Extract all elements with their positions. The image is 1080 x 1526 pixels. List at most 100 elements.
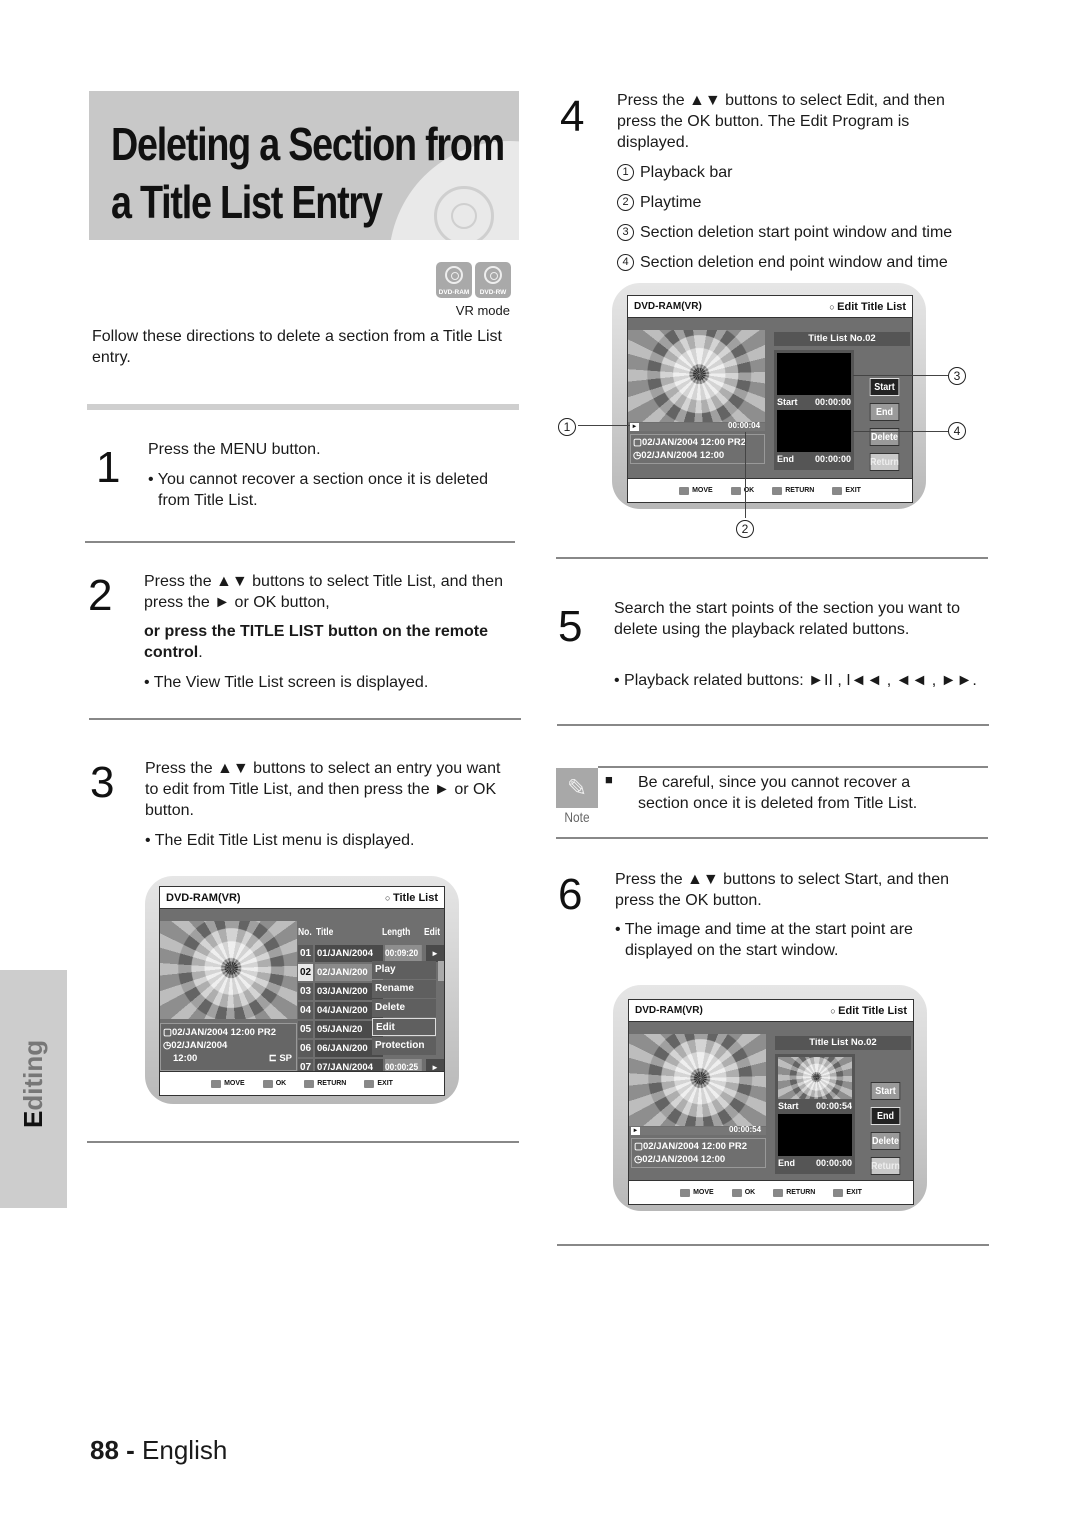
- step-divider: [556, 557, 988, 559]
- note-pencil-icon: ✎: [556, 768, 598, 808]
- legend-label: Section deletion start point window and …: [640, 224, 953, 241]
- ok-key-icon: [730, 486, 741, 495]
- step-number-3: 3: [90, 758, 115, 807]
- osd-header: DVD-RAM(VR) ○ Title List: [160, 887, 444, 909]
- osd-footer: MOVE OK RETURN EXIT: [160, 1071, 444, 1095]
- title-list-screen: DVD-RAM(VR) ○ Title List ▢02/JAN/2004 12…: [159, 886, 445, 1096]
- osd-menu-title: ○ Edit Title List: [829, 300, 906, 313]
- step-divider: [85, 541, 515, 543]
- edit-title-list-screen-1: DVD-RAM(VR) ○ Edit Title List ► 00:00:04 ▢02…: [627, 295, 913, 503]
- callout-1: 1: [558, 418, 576, 436]
- page-title-line-1: Deleting a Section from: [111, 118, 505, 170]
- row-number: 05: [298, 1021, 313, 1038]
- row-number: 04: [298, 1002, 313, 1019]
- osd-menu-title: ○ Title List: [385, 891, 438, 904]
- callout-line: [853, 431, 948, 432]
- footer-ok: OK: [731, 1188, 755, 1197]
- col-title: Title: [316, 927, 334, 938]
- end-button[interactable]: End: [870, 1107, 901, 1125]
- return-button[interactable]: Return: [870, 1157, 901, 1175]
- row-number: 01: [298, 945, 313, 962]
- step-divider: [89, 718, 521, 720]
- step-3-text: Press the ▲▼ buttons to select an entry …: [145, 760, 501, 819]
- info-line-3: 12:00: [173, 1053, 198, 1064]
- col-length: Length: [382, 927, 411, 938]
- footer-exit: EXIT: [832, 486, 861, 495]
- callout-line: [853, 375, 948, 376]
- start-button[interactable]: Start: [870, 1082, 901, 1100]
- start-time-row: Start 00:00:00: [777, 397, 851, 407]
- exit-key-icon: [833, 1188, 844, 1197]
- edit-popup-menu: Play Rename Delete Edit Protection: [372, 961, 438, 1059]
- start-point-window: [778, 1057, 852, 1099]
- edit-title-list-screen-2: DVD-RAM(VR) ○ Edit Title List ► 00:00:54 ▢02…: [628, 999, 914, 1205]
- mode-label: VR mode: [455, 303, 510, 318]
- move-key-icon: [679, 486, 690, 495]
- callout-4: 4: [948, 422, 966, 440]
- title-circle-icon: ○: [829, 301, 838, 312]
- row-title: 01/JAN/2004: [315, 945, 383, 962]
- footer-move: MOVE: [679, 486, 713, 495]
- legend-item: 2 Playtime: [617, 192, 701, 213]
- step-1-bullet: • You cannot recover a section once it i…: [148, 471, 489, 509]
- osd-footer: MOVE OK RETURN EXIT: [628, 478, 912, 502]
- info-line-2: ◷02/JAN/2004: [163, 1040, 228, 1051]
- playtime: 00:00:54: [729, 1125, 762, 1134]
- step-5-text: Search the start points of the section y…: [614, 600, 960, 638]
- note-label: Note: [564, 809, 590, 825]
- start-point-window: [777, 353, 851, 395]
- info-line-2: ◷02/JAN/2004 12:00: [634, 1154, 726, 1165]
- footer-move: MOVE: [211, 1079, 245, 1088]
- scrollbar-thumb[interactable]: [438, 961, 444, 981]
- intro-text: Follow these directions to delete a sect…: [92, 328, 502, 366]
- legend-item: 1 Playback bar: [617, 162, 733, 183]
- play-arrow-icon[interactable]: ►: [426, 945, 444, 962]
- section-side-tab-label: Editing: [18, 1039, 48, 1128]
- osd-source-label: DVD-RAM(VR): [634, 301, 702, 312]
- section-side-tab: Editing: [0, 970, 67, 1208]
- end-button[interactable]: End: [869, 403, 900, 421]
- row-number: 03: [298, 983, 313, 1000]
- popup-menu-item[interactable]: Protection: [372, 1037, 436, 1055]
- start-time: 00:00:00: [814, 397, 851, 407]
- callout-line: [578, 425, 630, 426]
- start-end-panel: Start 00:00:00 End 00:00:00: [774, 350, 854, 470]
- start-button[interactable]: Start: [869, 378, 900, 396]
- popup-menu-item[interactable]: Play: [372, 961, 436, 979]
- row-length: 00:09:20: [385, 945, 422, 962]
- step-number-6: 6: [558, 870, 583, 919]
- panel-title: Title List No.02: [774, 332, 910, 346]
- play-icon: ►: [631, 1127, 640, 1135]
- step-number-1: 1: [96, 443, 121, 492]
- title-list-row[interactable]: 01 01/JAN/2004 00:09:20 ►: [298, 945, 444, 962]
- note-text: Be careful, since you cannot recover a s…: [638, 774, 918, 812]
- legend-item: 3 Section deletion start point window and…: [617, 222, 952, 243]
- col-no: No.: [298, 927, 312, 938]
- popup-menu-item[interactable]: Edit: [372, 1018, 436, 1036]
- osd-menu-title: ○ Edit Title List: [830, 1004, 907, 1017]
- delete-button[interactable]: Delete: [870, 1132, 901, 1150]
- page-language: English: [142, 1435, 228, 1465]
- edit-screen-2-frame: DVD-RAM(VR) ○ Edit Title List ► 00:00:54 ▢02…: [613, 985, 927, 1211]
- step-2-alt-instruction: or press the TITLE LIST button on the re…: [144, 623, 489, 661]
- osd-source-label: DVD-RAM(VR): [166, 891, 241, 904]
- note-top-rule: [598, 766, 988, 768]
- info-line-1: ▢02/JAN/2004 12:00 PR2: [163, 1027, 277, 1038]
- footer-ok: OK: [262, 1079, 286, 1088]
- popup-menu-item[interactable]: Rename: [372, 980, 436, 998]
- info-line-2: ◷02/JAN/2004 12:00: [633, 450, 725, 461]
- osd-source-label: DVD-RAM(VR): [635, 1005, 703, 1016]
- note-bottom-rule: [556, 837, 988, 839]
- start-end-panel: Start 00:00:54 End 00:00:00: [775, 1054, 855, 1174]
- col-edit: Edit: [424, 927, 441, 938]
- footer-exit: EXIT: [364, 1079, 393, 1088]
- osd-header: DVD-RAM(VR) ○ Edit Title List: [629, 1000, 913, 1022]
- popup-menu-item[interactable]: Delete: [372, 999, 436, 1017]
- dvd-rw-badge-icon: DVD-RW: [475, 262, 511, 298]
- legend-marker: 4: [617, 254, 634, 271]
- return-button[interactable]: Return: [869, 453, 900, 471]
- title-circle-icon: ○: [830, 1005, 839, 1016]
- play-icon: ►: [630, 423, 639, 431]
- footer-exit: EXIT: [833, 1188, 862, 1197]
- legend-label: Playtime: [640, 194, 702, 211]
